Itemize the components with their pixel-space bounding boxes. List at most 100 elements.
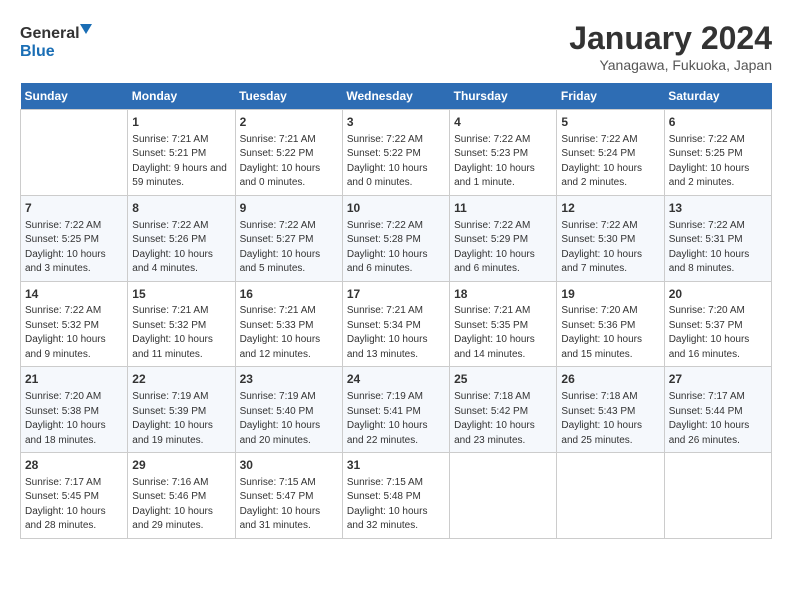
calendar-table: SundayMondayTuesdayWednesdayThursdayFrid… bbox=[20, 83, 772, 539]
day-info: Sunrise: 7:22 AM Sunset: 5:24 PM Dayligh… bbox=[561, 133, 659, 191]
day-info: Sunrise: 7:15 AM Sunset: 5:47 PM Dayligh… bbox=[240, 476, 338, 534]
page-header: GeneralBlue January 2024 Yanagawa, Fukuo… bbox=[20, 20, 772, 73]
day-number: 10 bbox=[347, 200, 445, 217]
day-number: 23 bbox=[240, 371, 338, 388]
calendar-cell: 24 Sunrise: 7:19 AM Sunset: 5:41 PM Dayli… bbox=[342, 367, 449, 453]
day-number: 2 bbox=[240, 114, 338, 131]
day-number: 22 bbox=[132, 371, 230, 388]
day-info: Sunrise: 7:22 AM Sunset: 5:30 PM Dayligh… bbox=[561, 219, 659, 277]
calendar-cell: 17Sunrise: 7:21 AM Sunset: 5:34 PM Dayli… bbox=[342, 281, 449, 367]
day-info: Sunrise: 7:17 AM Sunset: 5:45 PM Dayligh… bbox=[25, 476, 123, 534]
title-block: January 2024 Yanagawa, Fukuoka, Japan bbox=[569, 20, 772, 73]
calendar-cell: 1Sunrise: 7:21 AM Sunset: 5:21 PM Daylig… bbox=[128, 110, 235, 196]
col-header-tuesday: Tuesday bbox=[235, 83, 342, 110]
day-number: 9 bbox=[240, 200, 338, 217]
calendar-cell: 7 Sunrise: 7:22 AM Sunset: 5:25 PM Daylig… bbox=[21, 195, 128, 281]
day-number: 17 bbox=[347, 286, 445, 303]
day-number: 4 bbox=[454, 114, 552, 131]
col-header-sunday: Sunday bbox=[21, 83, 128, 110]
day-number: 6 bbox=[669, 114, 767, 131]
day-number: 7 bbox=[25, 200, 123, 217]
week-row-2: 7 Sunrise: 7:22 AM Sunset: 5:25 PM Daylig… bbox=[21, 195, 772, 281]
day-info: Sunrise: 7:22 AM Sunset: 5:32 PM Dayligh… bbox=[25, 304, 123, 362]
col-header-saturday: Saturday bbox=[664, 83, 771, 110]
day-number: 30 bbox=[240, 457, 338, 474]
calendar-cell: 30 Sunrise: 7:15 AM Sunset: 5:47 PM Dayli… bbox=[235, 453, 342, 539]
calendar-cell bbox=[21, 110, 128, 196]
header-row: SundayMondayTuesdayWednesdayThursdayFrid… bbox=[21, 83, 772, 110]
calendar-cell: 31Sunrise: 7:15 AM Sunset: 5:48 PM Dayli… bbox=[342, 453, 449, 539]
day-number: 18 bbox=[454, 286, 552, 303]
calendar-cell: 10 Sunrise: 7:22 AM Sunset: 5:28 PM Dayli… bbox=[342, 195, 449, 281]
calendar-cell bbox=[450, 453, 557, 539]
calendar-cell: 25 Sunrise: 7:18 AM Sunset: 5:42 PM Dayli… bbox=[450, 367, 557, 453]
day-info: Sunrise: 7:22 AM Sunset: 5:26 PM Dayligh… bbox=[132, 219, 230, 277]
day-number: 16 bbox=[240, 286, 338, 303]
calendar-cell bbox=[664, 453, 771, 539]
day-number: 19 bbox=[561, 286, 659, 303]
calendar-cell: 8Sunrise: 7:22 AM Sunset: 5:26 PM Daylig… bbox=[128, 195, 235, 281]
day-info: Sunrise: 7:19 AM Sunset: 5:41 PM Dayligh… bbox=[347, 390, 445, 448]
day-info: Sunrise: 7:19 AM Sunset: 5:39 PM Dayligh… bbox=[132, 390, 230, 448]
day-info: Sunrise: 7:21 AM Sunset: 5:22 PM Dayligh… bbox=[240, 133, 338, 191]
day-number: 3 bbox=[347, 114, 445, 131]
day-number: 26 bbox=[561, 371, 659, 388]
day-info: Sunrise: 7:18 AM Sunset: 5:42 PM Dayligh… bbox=[454, 390, 552, 448]
day-info: Sunrise: 7:22 AM Sunset: 5:25 PM Dayligh… bbox=[25, 219, 123, 277]
day-number: 12 bbox=[561, 200, 659, 217]
day-info: Sunrise: 7:22 AM Sunset: 5:22 PM Dayligh… bbox=[347, 133, 445, 191]
day-info: Sunrise: 7:21 AM Sunset: 5:35 PM Dayligh… bbox=[454, 304, 552, 362]
calendar-cell: 14Sunrise: 7:22 AM Sunset: 5:32 PM Dayli… bbox=[21, 281, 128, 367]
calendar-cell: 19Sunrise: 7:20 AM Sunset: 5:36 PM Dayli… bbox=[557, 281, 664, 367]
svg-text:General: General bbox=[20, 25, 80, 42]
day-number: 14 bbox=[25, 286, 123, 303]
calendar-cell: 22 Sunrise: 7:19 AM Sunset: 5:39 PM Dayli… bbox=[128, 367, 235, 453]
calendar-cell: 2 Sunrise: 7:21 AM Sunset: 5:22 PM Daylig… bbox=[235, 110, 342, 196]
col-header-friday: Friday bbox=[557, 83, 664, 110]
day-number: 24 bbox=[347, 371, 445, 388]
day-info: Sunrise: 7:22 AM Sunset: 5:25 PM Dayligh… bbox=[669, 133, 767, 191]
day-number: 13 bbox=[669, 200, 767, 217]
calendar-cell: 4 Sunrise: 7:22 AM Sunset: 5:23 PM Daylig… bbox=[450, 110, 557, 196]
month-title: January 2024 bbox=[569, 20, 772, 57]
calendar-cell: 23 Sunrise: 7:19 AM Sunset: 5:40 PM Dayli… bbox=[235, 367, 342, 453]
calendar-cell: 27 Sunrise: 7:17 AM Sunset: 5:44 PM Dayli… bbox=[664, 367, 771, 453]
day-info: Sunrise: 7:21 AM Sunset: 5:33 PM Dayligh… bbox=[240, 304, 338, 362]
week-row-4: 21 Sunrise: 7:20 AM Sunset: 5:38 PM Dayli… bbox=[21, 367, 772, 453]
calendar-cell: 28 Sunrise: 7:17 AM Sunset: 5:45 PM Dayli… bbox=[21, 453, 128, 539]
day-number: 27 bbox=[669, 371, 767, 388]
day-number: 5 bbox=[561, 114, 659, 131]
day-info: Sunrise: 7:22 AM Sunset: 5:29 PM Dayligh… bbox=[454, 219, 552, 277]
day-info: Sunrise: 7:16 AM Sunset: 5:46 PM Dayligh… bbox=[132, 476, 230, 534]
day-info: Sunrise: 7:22 AM Sunset: 5:23 PM Dayligh… bbox=[454, 133, 552, 191]
day-info: Sunrise: 7:19 AM Sunset: 5:40 PM Dayligh… bbox=[240, 390, 338, 448]
day-info: Sunrise: 7:21 AM Sunset: 5:32 PM Dayligh… bbox=[132, 304, 230, 362]
day-info: Sunrise: 7:20 AM Sunset: 5:38 PM Dayligh… bbox=[25, 390, 123, 448]
logo-svg: GeneralBlue bbox=[20, 20, 100, 62]
location: Yanagawa, Fukuoka, Japan bbox=[569, 57, 772, 73]
calendar-cell: 21 Sunrise: 7:20 AM Sunset: 5:38 PM Dayli… bbox=[21, 367, 128, 453]
day-info: Sunrise: 7:20 AM Sunset: 5:37 PM Dayligh… bbox=[669, 304, 767, 362]
day-number: 29 bbox=[132, 457, 230, 474]
day-info: Sunrise: 7:22 AM Sunset: 5:28 PM Dayligh… bbox=[347, 219, 445, 277]
col-header-monday: Monday bbox=[128, 83, 235, 110]
day-info: Sunrise: 7:15 AM Sunset: 5:48 PM Dayligh… bbox=[347, 476, 445, 534]
day-number: 25 bbox=[454, 371, 552, 388]
calendar-cell: 13 Sunrise: 7:22 AM Sunset: 5:31 PM Dayli… bbox=[664, 195, 771, 281]
calendar-cell: 9Sunrise: 7:22 AM Sunset: 5:27 PM Daylig… bbox=[235, 195, 342, 281]
day-number: 21 bbox=[25, 371, 123, 388]
day-info: Sunrise: 7:21 AM Sunset: 5:34 PM Dayligh… bbox=[347, 304, 445, 362]
calendar-cell: 6 Sunrise: 7:22 AM Sunset: 5:25 PM Daylig… bbox=[664, 110, 771, 196]
calendar-cell: 15Sunrise: 7:21 AM Sunset: 5:32 PM Dayli… bbox=[128, 281, 235, 367]
day-info: Sunrise: 7:18 AM Sunset: 5:43 PM Dayligh… bbox=[561, 390, 659, 448]
week-row-5: 28 Sunrise: 7:17 AM Sunset: 5:45 PM Dayli… bbox=[21, 453, 772, 539]
col-header-thursday: Thursday bbox=[450, 83, 557, 110]
day-info: Sunrise: 7:17 AM Sunset: 5:44 PM Dayligh… bbox=[669, 390, 767, 448]
week-row-1: 1Sunrise: 7:21 AM Sunset: 5:21 PM Daylig… bbox=[21, 110, 772, 196]
day-number: 15 bbox=[132, 286, 230, 303]
day-number: 11 bbox=[454, 200, 552, 217]
day-info: Sunrise: 7:22 AM Sunset: 5:31 PM Dayligh… bbox=[669, 219, 767, 277]
day-number: 28 bbox=[25, 457, 123, 474]
calendar-cell: 11 Sunrise: 7:22 AM Sunset: 5:29 PM Dayli… bbox=[450, 195, 557, 281]
calendar-cell: 20Sunrise: 7:20 AM Sunset: 5:37 PM Dayli… bbox=[664, 281, 771, 367]
